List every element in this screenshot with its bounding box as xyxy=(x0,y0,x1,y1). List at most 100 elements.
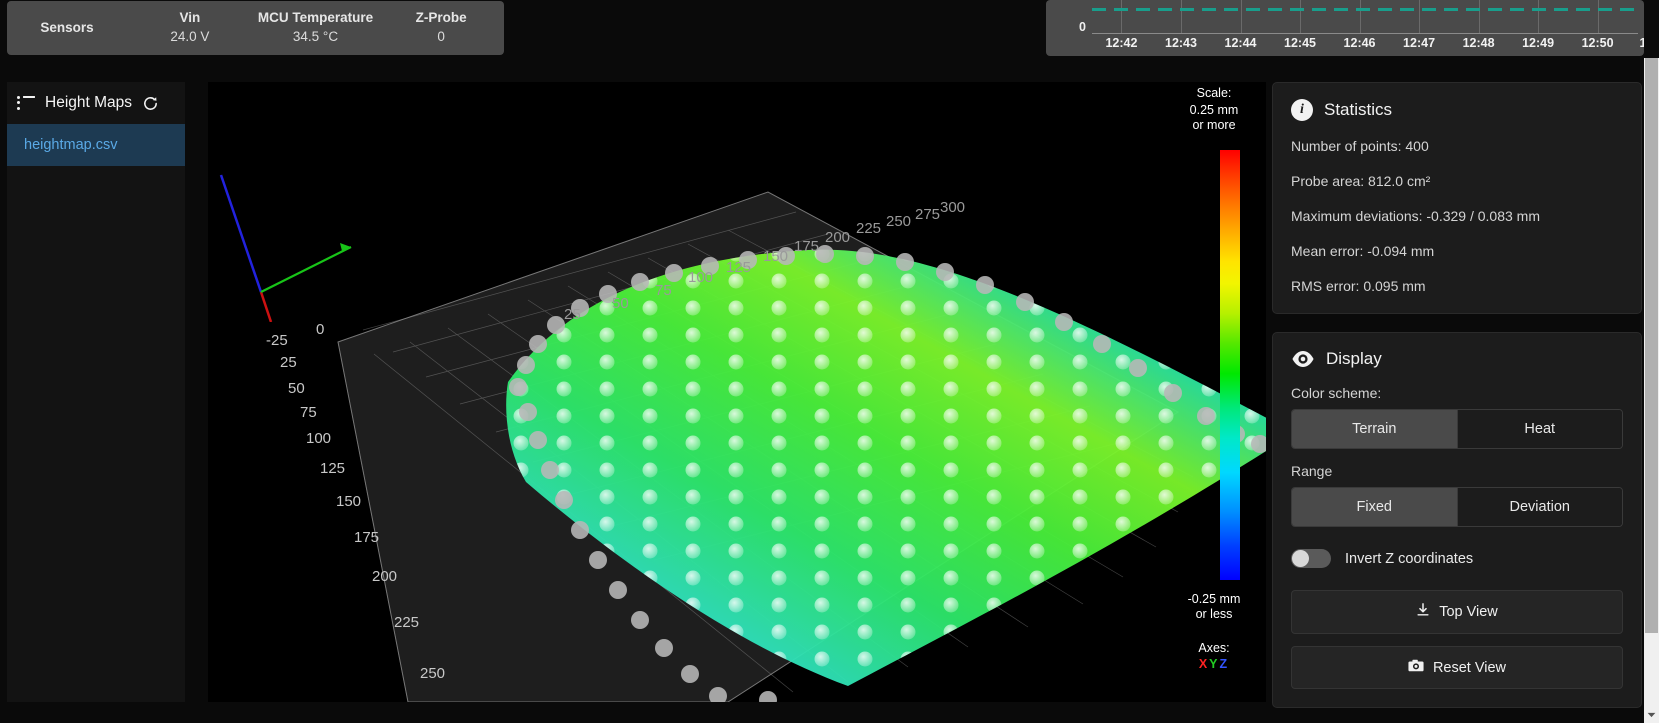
statistics-panel: i Statistics Number of points: 400 Probe… xyxy=(1272,82,1642,314)
camera-icon xyxy=(1408,659,1424,676)
color-scheme-option-terrain[interactable]: Terrain xyxy=(1292,410,1457,448)
temperature-chart-y-axis: 0 xyxy=(1046,0,1090,40)
sensors-card: Sensors Vin 24.0 V MCU Temperature 34.5 … xyxy=(7,1,504,55)
statistics-title: Statistics xyxy=(1324,100,1393,119)
page-scrollbar[interactable] xyxy=(1644,58,1659,723)
stat-mean-error: Mean error: -0.094 mm xyxy=(1291,243,1435,259)
y-tick-100: 100 xyxy=(306,430,332,447)
sensor-mcu-temperature-value: 34.5 °C xyxy=(292,29,339,44)
download-icon xyxy=(1416,603,1430,621)
x-tick-4: 12:46 xyxy=(1343,36,1376,50)
invert-z-toggle[interactable] xyxy=(1291,549,1331,568)
stat-rms-error: RMS error: 0.095 mm xyxy=(1291,278,1426,294)
axis-z-label: Z xyxy=(1219,657,1230,671)
x-tick-5: 12:47 xyxy=(1403,36,1436,50)
sidebar-title: Height Maps xyxy=(45,94,133,111)
right-panel-column: i Statistics Number of points: 400 Probe… xyxy=(1272,82,1642,723)
display-panel-header: Display xyxy=(1291,349,1623,369)
range-segmented-control[interactable]: Fixed Deviation xyxy=(1291,487,1623,527)
x-tick-9: 12:51 xyxy=(1639,36,1644,50)
temperature-chart-plot xyxy=(1092,0,1638,34)
invert-z-label: Invert Z coordinates xyxy=(1345,550,1474,567)
sensors-label: Sensors xyxy=(7,1,127,55)
y-tick-0: 0 xyxy=(316,321,325,338)
x-tick-50: 50 xyxy=(612,295,629,312)
top-bar: Sensors Vin 24.0 V MCU Temperature 34.5 … xyxy=(0,0,1659,58)
sensor-z-probe: Z-Probe 0 xyxy=(378,1,504,55)
y-tick-25: 25 xyxy=(280,354,297,371)
scale-colorbar xyxy=(1220,150,1240,580)
x-tick-2: 12:44 xyxy=(1224,36,1257,50)
x-tick-3: 12:45 xyxy=(1284,36,1317,50)
temperature-series-line xyxy=(1092,8,1638,11)
reset-view-button[interactable]: Reset View xyxy=(1291,646,1623,689)
sensor-z-probe-value: 0 xyxy=(437,29,445,44)
scale-legend: Scale: 0.25 mm or more xyxy=(1166,86,1262,133)
top-view-button[interactable]: Top View xyxy=(1291,590,1623,634)
statistics-panel-header: i Statistics xyxy=(1291,99,1623,121)
sensor-vin-value: 24.0 V xyxy=(170,29,210,44)
axes-legend: Axes: XYZ xyxy=(1166,640,1262,672)
stat-number-of-points: Number of points: 400 xyxy=(1291,138,1429,154)
axes-xyz-labels: XYZ xyxy=(1166,656,1262,672)
x-tick-25: 25 xyxy=(564,306,581,323)
axis-y-label: Y xyxy=(1209,657,1220,671)
sidebar-item-heightmap-csv[interactable]: heightmap.csv xyxy=(7,124,185,166)
display-title: Display xyxy=(1326,349,1382,368)
x-tick-7: 12:49 xyxy=(1522,36,1555,50)
heightmap-3d-stage[interactable]: 25 50 75 100 125 150 175 200 225 250 275… xyxy=(208,82,1266,702)
temperature-chart-x-axis: 12:42 12:43 12:44 12:45 12:46 12:47 12:4… xyxy=(1092,34,1644,56)
sensor-vin: Vin 24.0 V xyxy=(127,1,253,55)
sensor-mcu-temperature: MCU Temperature 34.5 °C xyxy=(253,1,379,55)
x-tick-0: 12:42 xyxy=(1105,36,1138,50)
x-tick-200: 200 xyxy=(825,229,851,246)
sensors-title: Sensors xyxy=(40,20,94,35)
y-tick-neg25: -25 xyxy=(266,332,288,349)
sensor-z-probe-name: Z-Probe xyxy=(415,10,467,25)
list-icon xyxy=(17,96,35,110)
y-tick-150: 150 xyxy=(336,493,362,510)
eye-icon xyxy=(1291,350,1315,368)
y-tick-225: 225 xyxy=(394,614,420,631)
x-tick-8: 12:50 xyxy=(1581,36,1614,50)
x-tick-175: 175 xyxy=(794,238,820,255)
y-tick-250: 250 xyxy=(420,665,446,682)
heightmap-3d-viewport[interactable]: 25 50 75 100 125 150 175 200 225 250 275… xyxy=(208,82,1266,702)
x-tick-6: 12:48 xyxy=(1462,36,1495,50)
scale-bottom-labels: -0.25 mm or less xyxy=(1166,592,1262,622)
y-tick-175: 175 xyxy=(354,529,380,546)
height-maps-sidebar: Height Maps heightmap.csv xyxy=(7,82,185,702)
scale-top-suffix: or more xyxy=(1192,118,1236,132)
temperature-chart-card[interactable]: 0 12:42 12:43 12:44 12:45 12:46 12:47 12… xyxy=(1046,0,1644,56)
color-scheme-label: Color scheme: xyxy=(1291,385,1382,401)
range-label: Range xyxy=(1291,463,1333,479)
scale-title: Scale: xyxy=(1196,86,1232,100)
x-tick-75: 75 xyxy=(655,282,672,299)
color-scheme-option-heat[interactable]: Heat xyxy=(1456,410,1622,448)
x-tick-1: 12:43 xyxy=(1164,36,1197,50)
y-tick-50: 50 xyxy=(288,380,305,397)
invert-z-row[interactable]: Invert Z coordinates xyxy=(1291,549,1623,568)
top-view-label: Top View xyxy=(1439,604,1498,620)
x-tick-125: 125 xyxy=(726,259,752,276)
scale-bottom-value: -0.25 mm xyxy=(1187,592,1241,606)
stat-probe-area: Probe area: 812.0 cm² xyxy=(1291,173,1431,189)
bed-mesh-surface xyxy=(337,191,1266,702)
x-tick-150: 150 xyxy=(763,248,789,265)
x-tick-300: 300 xyxy=(940,199,966,216)
color-scheme-segmented-control[interactable]: Terrain Heat xyxy=(1291,409,1623,449)
y-tick-125: 125 xyxy=(320,460,346,477)
stat-maximum-deviations: Maximum deviations: -0.329 / 0.083 mm xyxy=(1291,208,1540,224)
sidebar-item-label: heightmap.csv xyxy=(24,137,118,153)
sidebar-header: Height Maps xyxy=(7,82,185,124)
y-tick-75: 75 xyxy=(300,404,317,421)
y-tick-0: 0 xyxy=(1079,20,1086,34)
range-option-fixed[interactable]: Fixed xyxy=(1292,488,1457,526)
scrollbar-down-arrow-icon[interactable] xyxy=(1644,707,1659,723)
x-tick-250: 250 xyxy=(886,213,912,230)
scale-top-value: 0.25 mm xyxy=(1189,103,1239,117)
range-option-deviation[interactable]: Deviation xyxy=(1456,488,1622,526)
scrollbar-thumb[interactable] xyxy=(1645,58,1658,633)
axes-title: Axes: xyxy=(1198,641,1230,655)
refresh-icon[interactable] xyxy=(142,95,159,112)
